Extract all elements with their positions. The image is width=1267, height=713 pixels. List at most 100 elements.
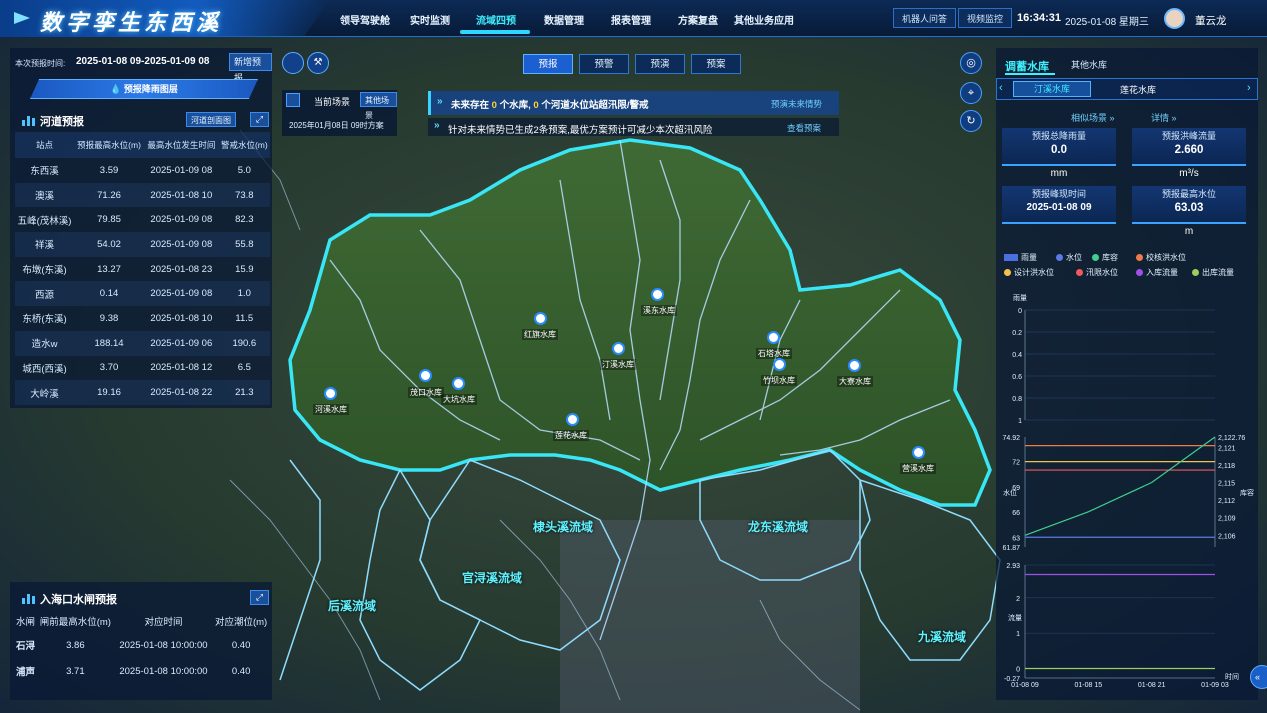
legend-item[interactable]: 雨量: [1004, 252, 1037, 263]
refresh-icon[interactable]: ↻: [960, 110, 982, 132]
nav-report-management[interactable]: 报表管理: [611, 12, 651, 27]
left-forecast-panel: 本次预报时间: 2025-01-08 09-2025-01-09 08 新增预报…: [10, 48, 272, 408]
table-row[interactable]: 东桥(东溪) 9.38 2025-01-08 10 11.5: [15, 306, 270, 331]
tab-storage-reservoir[interactable]: 调蓄水库: [1005, 58, 1049, 74]
reservoir-marker[interactable]: [324, 387, 337, 400]
card-value: 0.0: [1051, 144, 1067, 156]
detail-link[interactable]: 详情 »: [1151, 111, 1177, 124]
alert-text-2: 针对未来情势已生成2条预案,最优方案预计可减少本次超汛风险: [448, 125, 713, 136]
y2-tick-label: 2,112: [1218, 498, 1235, 505]
reservoir-marker[interactable]: [566, 413, 579, 426]
table-cell: 3.70: [99, 362, 119, 374]
y-axis-label: 流量: [1008, 613, 1022, 622]
tool-icon[interactable]: ⚒: [307, 52, 329, 74]
table-row[interactable]: 城西(西溪) 3.70 2025-01-08 12 6.5: [15, 356, 270, 381]
avatar[interactable]: [1164, 8, 1185, 29]
table-row[interactable]: 石浔 3.86 2025-01-08 10:00:00 0.40: [15, 632, 270, 658]
tab-forecast[interactable]: 预报: [523, 54, 573, 74]
y2-tick-label: 2,122.76: [1218, 435, 1245, 442]
legend-item[interactable]: 库容: [1092, 252, 1118, 263]
view-3d-icon[interactable]: ◎: [960, 52, 982, 74]
table-row[interactable]: 布墩(东溪) 13.27 2025-01-08 23 15.9: [15, 257, 270, 282]
y2-tick-label: 2,115: [1218, 481, 1235, 488]
reservoir-marker[interactable]: [534, 312, 547, 325]
legend-item[interactable]: 校核洪水位: [1136, 252, 1186, 263]
reservoir-marker[interactable]: [452, 377, 465, 390]
card-label: 预报峰现时间: [1031, 189, 1086, 199]
chevron-right-icon[interactable]: ›: [1247, 82, 1251, 94]
reservoir-marker[interactable]: [651, 288, 664, 301]
other-scene-button[interactable]: 其他场景: [360, 92, 397, 120]
expand-icon[interactable]: ⤢: [250, 112, 269, 127]
table-cell: 82.3: [235, 214, 254, 226]
expand-icon[interactable]: ⤢: [250, 590, 269, 605]
nav-plan-review[interactable]: 方案复盘: [678, 12, 718, 27]
nav-other-apps[interactable]: 其他业务应用: [734, 12, 794, 27]
table-cell: 造水w: [15, 330, 75, 356]
table-cell: 190.6: [218, 330, 270, 356]
new-forecast-button[interactable]: 新增预报: [229, 53, 272, 83]
reservoir-marker[interactable]: [612, 342, 625, 355]
nav-realtime-monitoring[interactable]: 实时监测: [410, 12, 450, 27]
table-row[interactable]: 五峰(茂林溪) 79.85 2025-01-09 08 82.3: [15, 207, 270, 232]
locate-icon[interactable]: ⌖: [960, 82, 982, 104]
reservoir-marker[interactable]: [419, 369, 432, 382]
y-tick-label: 0.8: [1012, 396, 1022, 403]
y-tick-label: 1: [1018, 418, 1022, 425]
subtab-tingxi[interactable]: 汀溪水库: [1013, 81, 1091, 97]
reservoir-marker[interactable]: [848, 359, 861, 372]
table-cell: 5.0: [237, 164, 251, 176]
basin-label: 后溪流域: [328, 599, 377, 613]
layer-toggle-icon[interactable]: [282, 52, 304, 74]
x-tick-label: 01-08 09: [1011, 682, 1039, 689]
tab-rehearsal[interactable]: 预演: [635, 54, 685, 74]
table-row[interactable]: 造水w 188.14 2025-01-09 06 190.6: [15, 330, 270, 356]
current-scene-button[interactable]: 当前场景: [314, 95, 350, 108]
legend-item[interactable]: 入库流量: [1136, 267, 1178, 278]
legend-item[interactable]: 出库流量: [1192, 267, 1234, 278]
nav-leader-cockpit[interactable]: 领导驾驶舱: [340, 12, 390, 27]
rain-layer-button[interactable]: 💧 预报降雨图层: [30, 79, 258, 99]
table-row[interactable]: 浦声 3.71 2025-01-08 10:00:00 0.40: [15, 658, 270, 684]
table-cell: 东西溪: [30, 166, 59, 178]
y-tick-label: 74.92: [1002, 435, 1020, 442]
river-profile-button[interactable]: 河道剖面图: [186, 112, 236, 127]
chevron-left-icon[interactable]: ‹: [999, 82, 1003, 94]
y-tick-label: 63: [1012, 535, 1020, 542]
subtab-lianhua[interactable]: 莲花水库: [1099, 83, 1177, 96]
nav-basin-four-pre[interactable]: 流域四预: [476, 12, 516, 27]
table-cell: 2025-01-08 22: [144, 380, 219, 405]
table-row[interactable]: 东西溪 3.59 2025-01-09 08 5.0: [15, 158, 270, 183]
table-row[interactable]: 祥溪 54.02 2025-01-09 08 55.8: [15, 232, 270, 257]
table-cell: 东桥(东溪): [22, 314, 67, 326]
view-plan-link[interactable]: 查看预案: [787, 122, 821, 134]
reservoir-marker[interactable]: [912, 446, 925, 459]
reservoir-marker[interactable]: [767, 331, 780, 344]
table-row[interactable]: 大岭溪 19.16 2025-01-08 22 21.3: [15, 380, 270, 405]
card-peak-time: 预报峰现时间 2025-01-08 09: [1002, 186, 1116, 224]
legend-swatch: [1192, 269, 1199, 277]
legend-label: 雨量: [1021, 253, 1037, 262]
table-row[interactable]: 西源 0.14 2025-01-09 08 1.0: [15, 281, 270, 307]
legend-item[interactable]: 设计洪水位: [1004, 267, 1054, 278]
video-monitor-button[interactable]: 视频监控: [958, 8, 1013, 28]
forecast-time-label: 本次预报时间:: [15, 59, 66, 68]
legend-swatch: [1136, 254, 1143, 262]
preview-future-link[interactable]: 预演未来情势: [771, 98, 822, 110]
tab-plan[interactable]: 预案: [691, 54, 741, 74]
legend-item[interactable]: 汛限水位: [1076, 267, 1118, 278]
nav-data-management[interactable]: 数据管理: [544, 12, 584, 27]
similar-scene-link[interactable]: 相似场景 »: [1071, 111, 1115, 124]
user-name[interactable]: 董云龙: [1195, 13, 1227, 28]
tab-other-reservoir[interactable]: 其他水库: [1071, 58, 1107, 71]
table-cell: 3.59: [99, 164, 119, 176]
collapse-panel-icon[interactable]: «: [1250, 665, 1267, 689]
robot-qa-button[interactable]: 机器人问答: [893, 8, 957, 28]
reservoir-marker[interactable]: [773, 358, 786, 371]
tab-warning[interactable]: 预警: [579, 54, 629, 74]
table-row[interactable]: 澳溪 71.26 2025-01-08 10 73.8: [15, 182, 270, 208]
table-cell: 19.16: [74, 380, 145, 405]
legend-item[interactable]: 水位: [1056, 252, 1082, 263]
y-tick-label: 1: [1016, 631, 1020, 638]
tab-underline: [1005, 73, 1055, 75]
